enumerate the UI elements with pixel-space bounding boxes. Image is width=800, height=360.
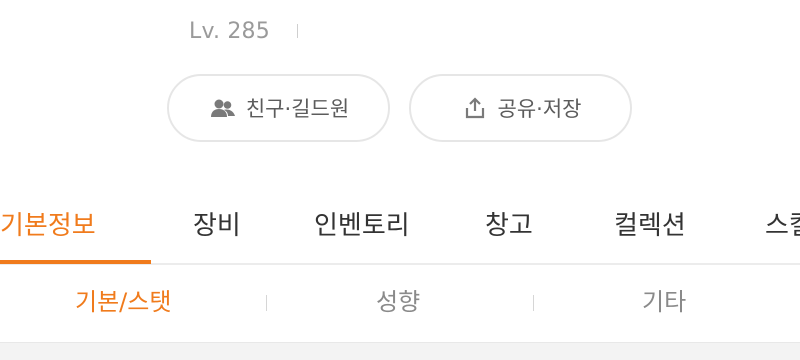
share-save-button[interactable]: 공유·저장 [409,74,632,142]
subtab-etc[interactable]: 기타 [642,266,686,342]
tab-basic-info[interactable]: 기본정보 [0,190,96,263]
share-save-label: 공유·저장 [497,97,582,121]
people-icon [208,96,238,120]
share-upload-icon [460,96,490,120]
content-area-top [0,342,800,360]
subtab-basic-stats[interactable]: 기본/스탯 [75,266,171,342]
friends-guild-label: 친구·길드원 [245,97,350,121]
subtab-divider [533,295,534,311]
tab-storage[interactable]: 창고 [485,190,533,263]
character-level: Lv. 285 [189,18,270,44]
level-divider [296,24,298,38]
tab-inventory[interactable]: 인벤토리 [314,190,410,263]
sub-tabs: 기본/스탯 성향 기타 [0,266,800,342]
subtab-tendency[interactable]: 성향 [376,266,420,342]
tab-skill[interactable]: 스킬 [765,190,800,263]
main-tabs: 기본정보 장비 인벤토리 창고 컬렉션 스킬 [0,190,800,265]
subtab-divider [266,295,267,311]
character-profile-page: Lv. 285 친구·길드원 공유·저장 기본정보 장비 인벤토리 창고 컬렉션… [0,0,800,360]
friends-guild-button[interactable]: 친구·길드원 [167,74,390,142]
level-row: Lv. 285 [189,15,298,47]
active-tab-indicator [0,260,151,264]
tab-equipment[interactable]: 장비 [193,190,241,263]
tab-collection[interactable]: 컬렉션 [614,190,686,263]
